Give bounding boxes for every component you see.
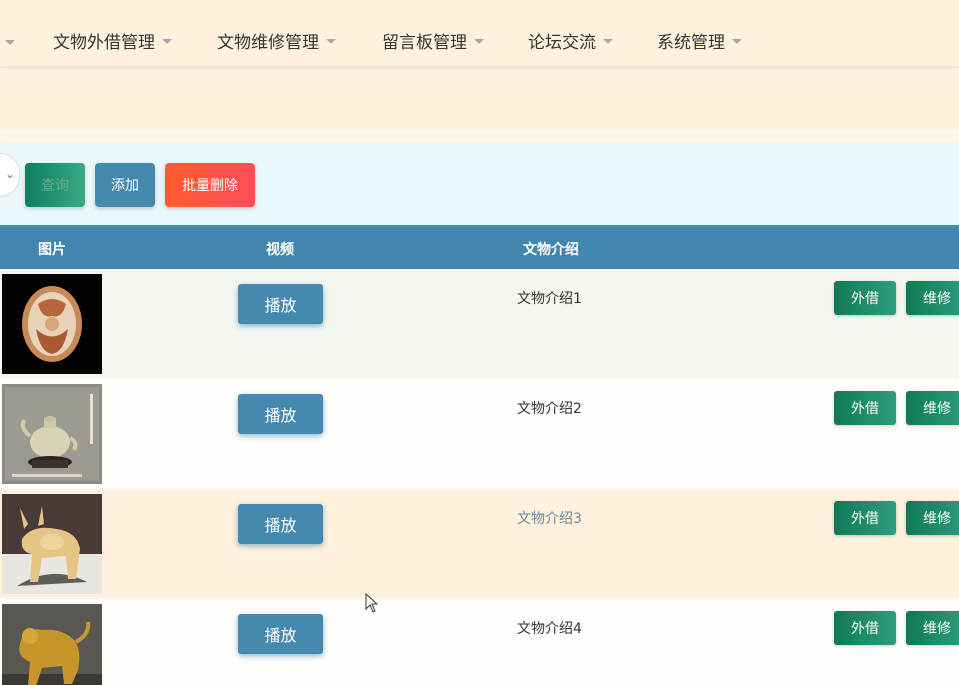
repair-button[interactable]: 维修 <box>906 391 959 425</box>
lend-button[interactable]: 外借 <box>834 501 896 535</box>
search-toolbar: ⌄ 查询 添加 批量删除 <box>0 144 959 225</box>
mouse-cursor-icon <box>365 593 379 613</box>
artifact-intro: 文物介绍1 <box>517 291 582 307</box>
play-button[interactable]: 播放 <box>238 614 323 654</box>
artifact-thumbnail[interactable] <box>2 274 102 374</box>
add-button[interactable]: 添加 <box>95 163 155 207</box>
repair-button[interactable]: 维修 <box>906 281 959 315</box>
artifact-thumbnail[interactable] <box>2 494 102 594</box>
nav-item-message-board[interactable]: 留言板管理 <box>382 28 484 53</box>
divider <box>0 130 959 144</box>
artifact-intro: 文物介绍4 <box>517 621 582 637</box>
artifact-thumbnail[interactable] <box>2 384 102 484</box>
top-navigation: 文物外借管理 文物维修管理 留言板管理 论坛交流 系统管理 <box>0 0 959 66</box>
lend-button[interactable]: 外借 <box>834 391 896 425</box>
play-button[interactable]: 播放 <box>238 504 323 544</box>
repair-button[interactable]: 维修 <box>906 611 959 645</box>
nav-item-artifact-repair[interactable]: 文物维修管理 <box>217 28 336 53</box>
batch-delete-button[interactable]: 批量删除 <box>165 163 255 207</box>
nav-item-label: 文物维修管理 <box>217 32 319 53</box>
lend-button[interactable]: 外借 <box>834 281 896 315</box>
table-row: 播放 文物介绍4 外借 维修 <box>0 599 959 685</box>
column-header-intro: 文物介绍 <box>523 242 579 258</box>
nav-item-label: 系统管理 <box>657 32 725 53</box>
search-select[interactable]: ⌄ <box>0 153 20 197</box>
nav-item-system[interactable]: 系统管理 <box>657 28 742 53</box>
column-header-image: 图片 <box>38 242 66 258</box>
nav-item-label: 论坛交流 <box>528 32 596 53</box>
chevron-down-icon: ⌄ <box>4 167 15 181</box>
table-row: 播放 文物介绍1 外借 维修 <box>0 269 959 379</box>
artifact-thumbnail[interactable] <box>2 604 102 685</box>
column-header-video: 视频 <box>266 242 294 258</box>
chevron-down-icon <box>326 38 336 44</box>
chevron-down-icon <box>474 38 484 44</box>
table-row: 播放 文物介绍3 外借 维修 <box>0 489 959 599</box>
breadcrumb-area <box>0 66 959 130</box>
nav-item-artifact-lending[interactable]: 文物外借管理 <box>53 28 172 53</box>
chevron-down-icon <box>5 40 15 45</box>
play-button[interactable]: 播放 <box>238 284 323 324</box>
search-button[interactable]: 查询 <box>25 163 85 207</box>
artifact-intro: 文物介绍3 <box>517 511 582 527</box>
table-row: 播放 文物介绍2 外借 维修 <box>0 379 959 489</box>
nav-item-label: 留言板管理 <box>382 32 467 53</box>
chevron-down-icon <box>603 38 613 44</box>
table-header: 图片 视频 文物介绍 <box>0 225 959 269</box>
chevron-down-icon <box>732 38 742 44</box>
repair-button[interactable]: 维修 <box>906 501 959 535</box>
artifact-intro: 文物介绍2 <box>517 401 582 417</box>
nav-item-forum[interactable]: 论坛交流 <box>528 28 613 53</box>
play-button[interactable]: 播放 <box>238 394 323 434</box>
chevron-down-icon <box>162 38 172 44</box>
lend-button[interactable]: 外借 <box>834 611 896 645</box>
nav-item-label: 文物外借管理 <box>53 32 155 53</box>
